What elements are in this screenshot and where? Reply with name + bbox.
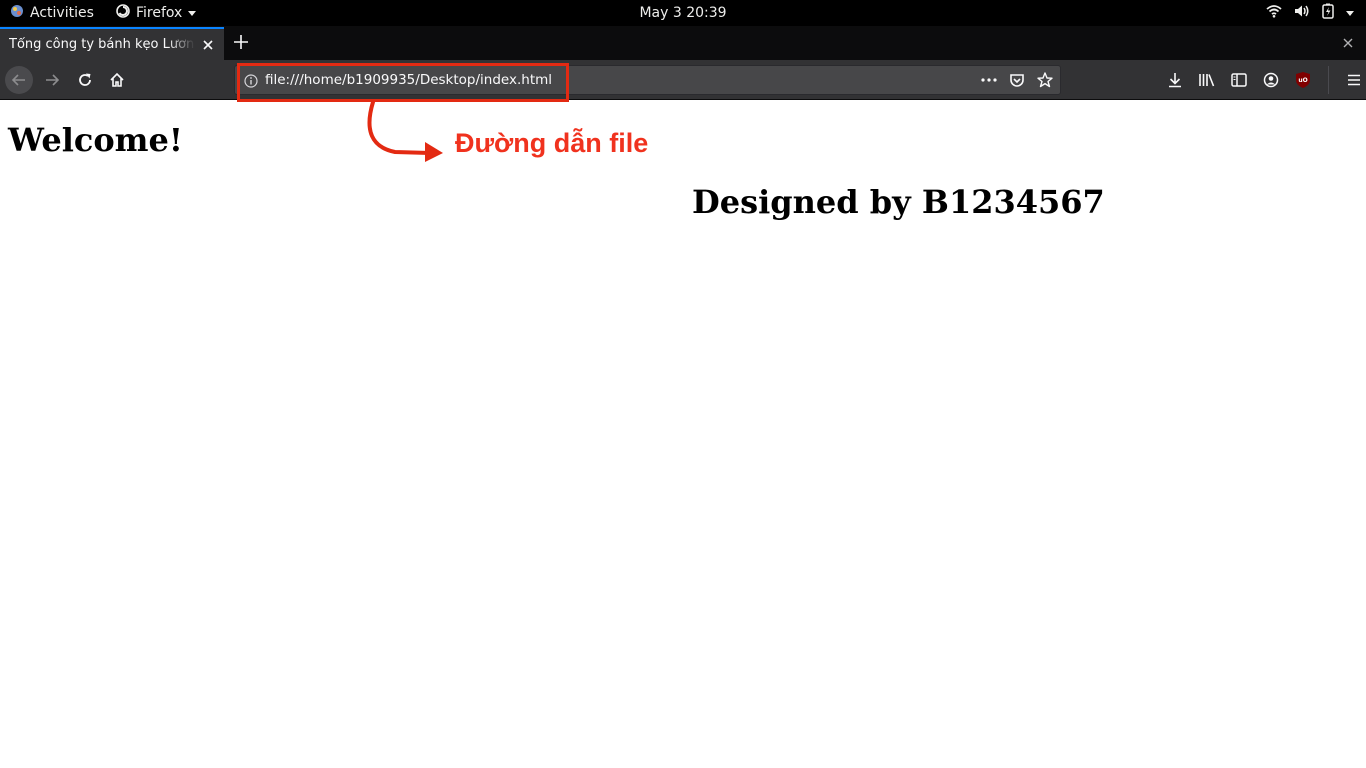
home-icon: [110, 72, 124, 87]
system-status-area[interactable]: [1266, 0, 1354, 26]
back-button[interactable]: [5, 66, 33, 94]
system-menu-chevron-icon: [1346, 10, 1354, 16]
firefox-icon: [116, 4, 130, 22]
navigation-toolbar: file:///home/b1909935/Desktop/index.html: [0, 60, 1366, 100]
forward-arrow-icon: [46, 74, 60, 86]
hamburger-menu-icon[interactable]: [1345, 70, 1363, 90]
activities-label: Activities: [30, 5, 94, 21]
reload-button[interactable]: [71, 66, 99, 94]
volume-icon: [1294, 4, 1310, 22]
library-icon[interactable]: [1198, 70, 1216, 90]
clock[interactable]: May 3 20:39: [639, 5, 726, 21]
new-tab-button[interactable]: [230, 31, 252, 53]
annotation-label: Đường dẫn file: [455, 128, 649, 158]
account-icon[interactable]: [1262, 70, 1280, 90]
tab-active[interactable]: Tổng công ty bánh kẹo Lương: [0, 27, 224, 60]
tab-close-icon[interactable]: [200, 37, 216, 53]
svg-text:uO: uO: [1298, 77, 1307, 84]
downloads-icon[interactable]: [1166, 70, 1184, 90]
tab-title: Tổng công ty bánh kẹo Lương: [9, 37, 195, 52]
wifi-icon: [1266, 4, 1282, 22]
annotation-arrow-icon: [367, 100, 443, 162]
activities-icon: [10, 4, 24, 22]
toolbar-separator: [1328, 66, 1329, 94]
activities-button[interactable]: Activities: [10, 0, 94, 26]
page-actions-icon[interactable]: [980, 71, 998, 89]
plus-icon: [234, 35, 248, 49]
chevron-down-icon: [188, 10, 197, 16]
ublock-origin-icon[interactable]: uO: [1294, 70, 1312, 90]
gnome-top-bar: Activities Firefox May 3 20:39: [0, 0, 1366, 26]
window-close-button[interactable]: [1342, 37, 1354, 49]
annotation-highlight-box: [237, 63, 569, 102]
battery-icon: [1322, 3, 1334, 23]
sidebar-icon[interactable]: [1230, 70, 1248, 90]
bookmark-star-icon[interactable]: [1036, 71, 1054, 89]
web-page-content: Welcome! Designed by B1234567: [0, 101, 1366, 768]
back-arrow-icon: [11, 74, 25, 86]
close-icon: [1343, 38, 1353, 48]
page-subheading: Designed by B1234567: [692, 183, 1105, 221]
page-heading: Welcome!: [8, 121, 183, 159]
reload-icon: [79, 73, 91, 86]
forward-button[interactable]: [38, 66, 66, 94]
app-menu-firefox[interactable]: Firefox: [116, 0, 197, 26]
home-button[interactable]: [103, 66, 131, 94]
tab-strip: Tổng công ty bánh kẹo Lương: [0, 26, 1366, 60]
app-menu-label: Firefox: [136, 5, 183, 21]
pocket-icon[interactable]: [1008, 71, 1026, 89]
